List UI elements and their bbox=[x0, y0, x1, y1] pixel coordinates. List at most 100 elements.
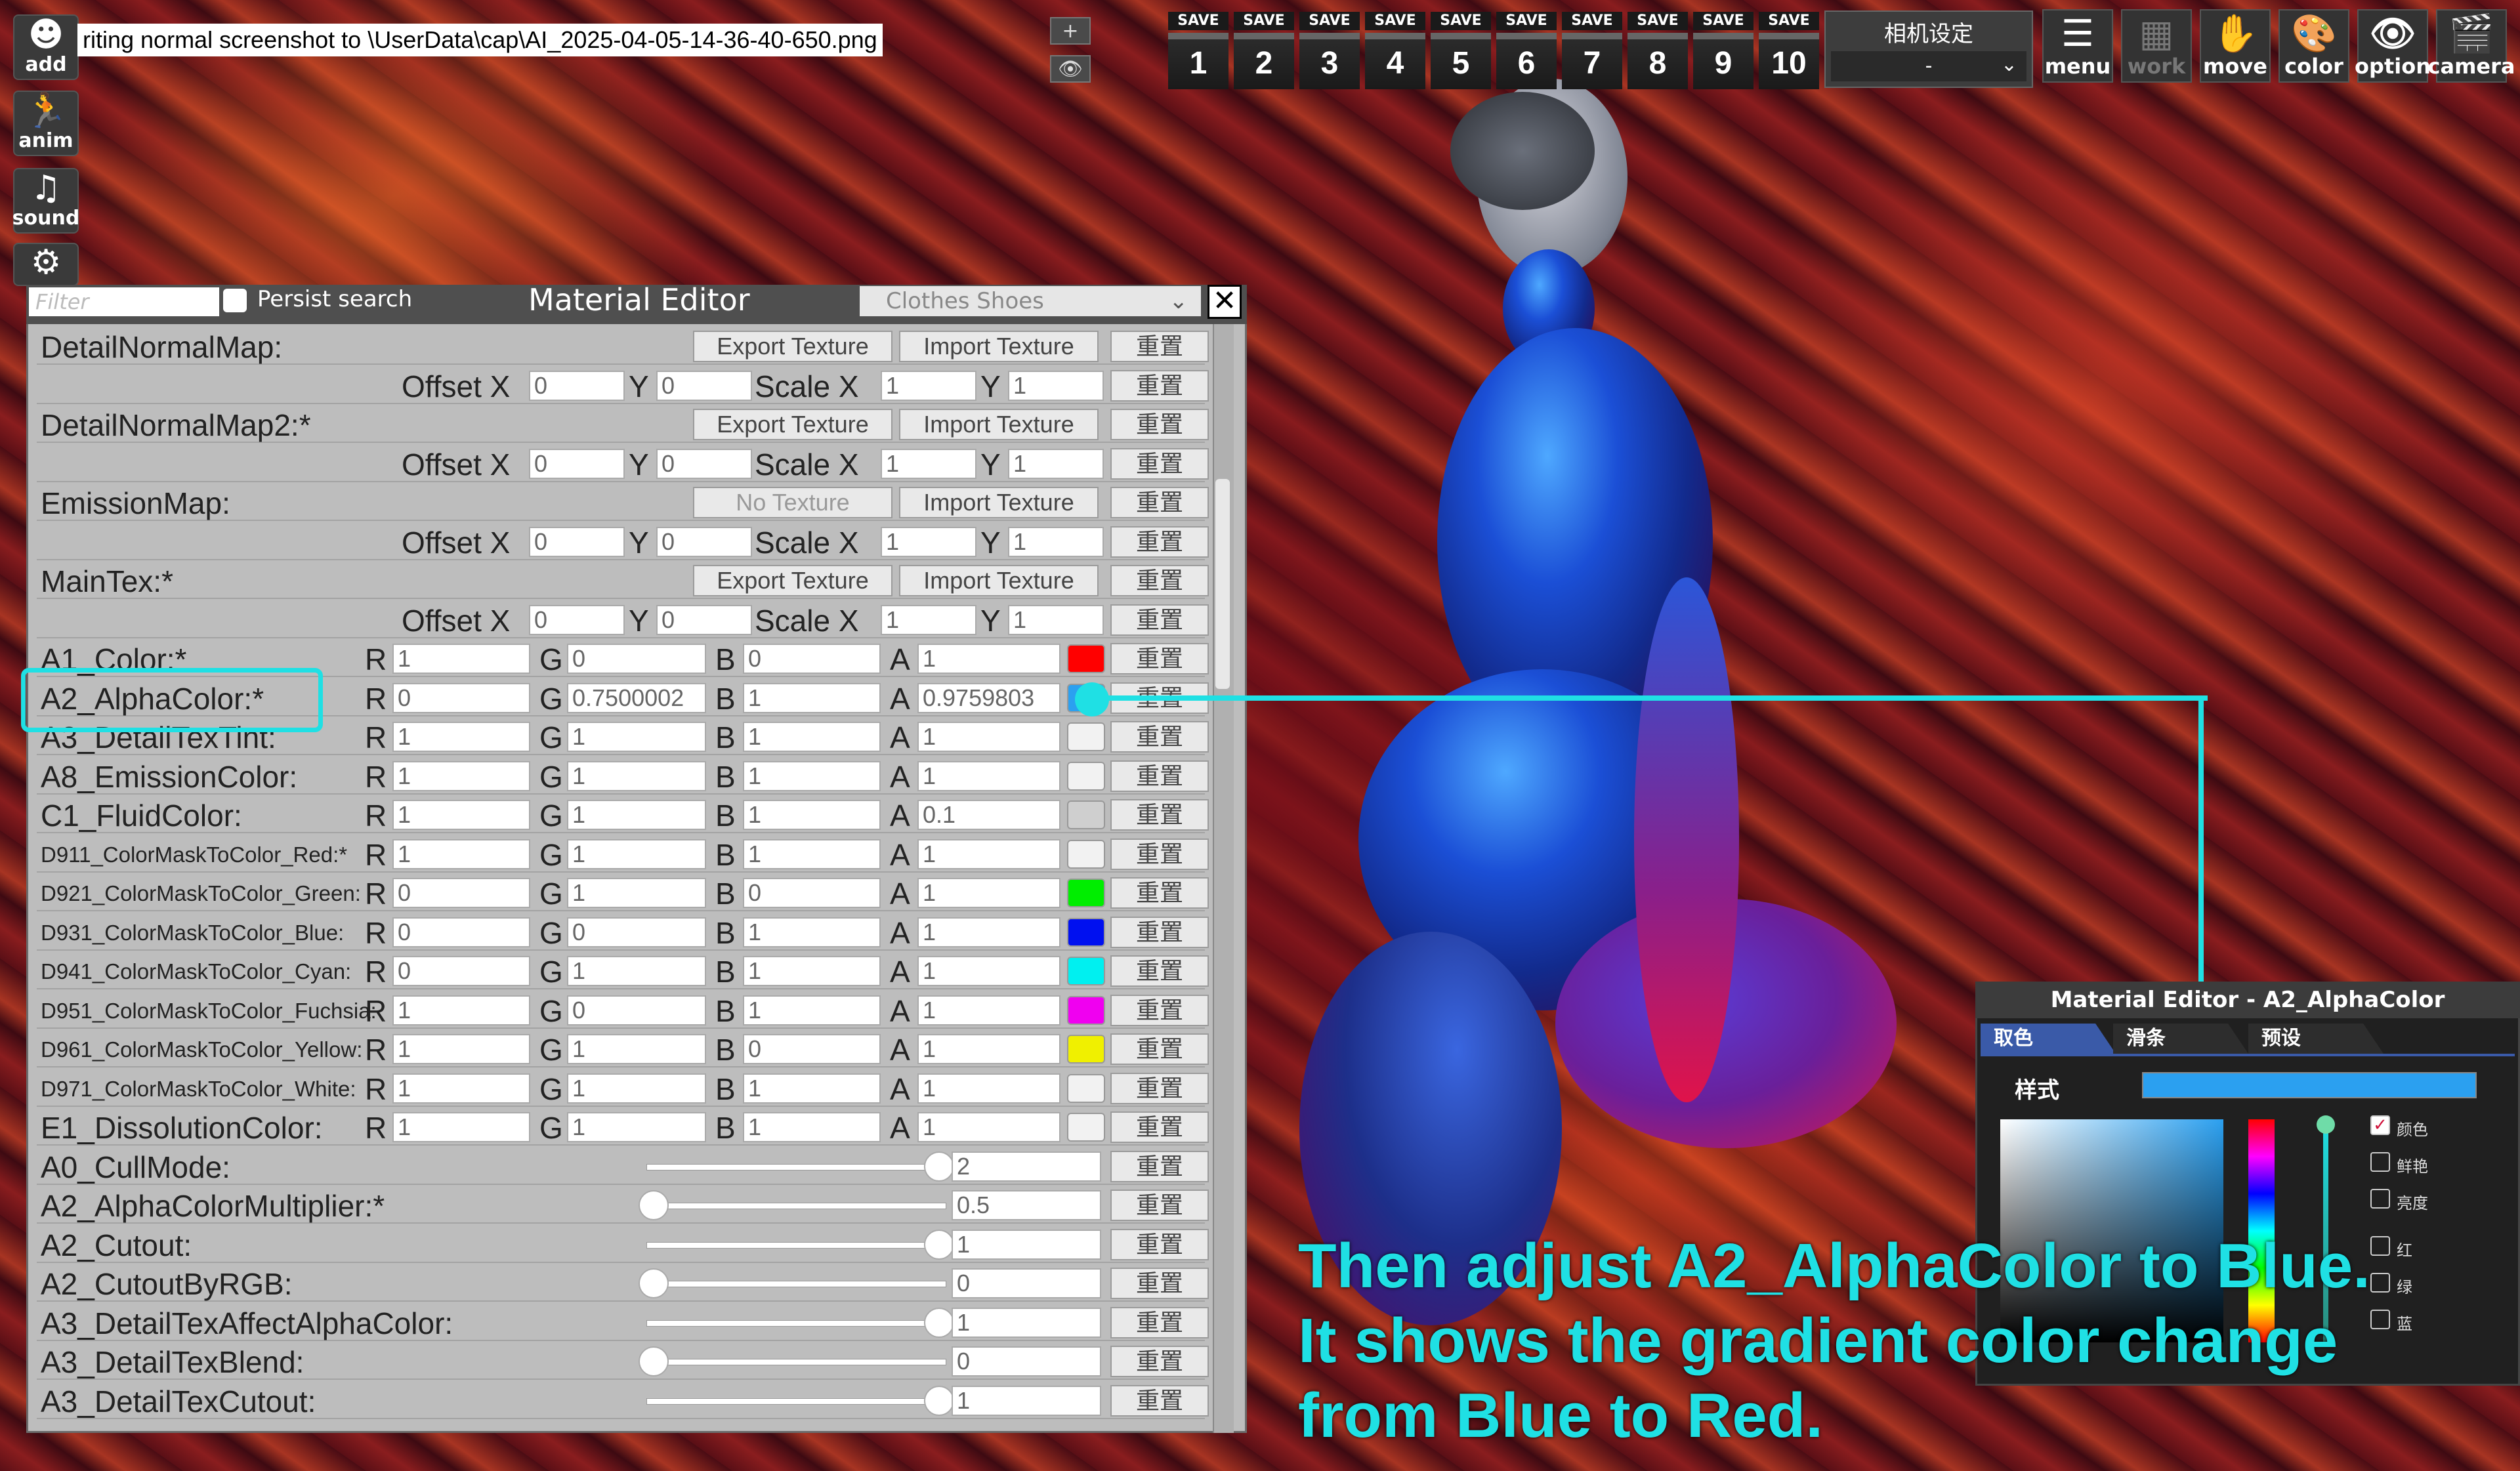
category-dropdown[interactable]: Clothes Shoes ⌄ bbox=[860, 286, 1201, 316]
color-picker-title[interactable]: Material Editor - A2_AlphaColor bbox=[1975, 982, 2520, 1018]
add-button[interactable]: ☻ add bbox=[13, 14, 79, 80]
scale-y-input[interactable]: 1 bbox=[1008, 604, 1104, 635]
g-input[interactable]: 0 bbox=[567, 995, 706, 1026]
eye-icon[interactable]: 👁 bbox=[1050, 55, 1091, 83]
reset-button[interactable]: 重置 bbox=[1110, 526, 1209, 558]
r-input[interactable]: 1 bbox=[392, 995, 530, 1026]
a-input[interactable]: 1 bbox=[917, 1073, 1060, 1104]
menu-button[interactable]: ☰ menu bbox=[2042, 9, 2113, 83]
reset-button[interactable]: 重置 bbox=[1110, 447, 1209, 480]
import-texture-button[interactable]: Import Texture bbox=[899, 409, 1099, 440]
offset-y-input[interactable]: 0 bbox=[656, 526, 752, 557]
save-slot-1[interactable]: SAVE 1 bbox=[1168, 12, 1228, 89]
color-swatch[interactable] bbox=[1067, 800, 1105, 829]
reset-button[interactable]: 重置 bbox=[1110, 369, 1209, 402]
r-input[interactable]: 1 bbox=[392, 722, 530, 752]
slider-knob[interactable] bbox=[924, 1307, 954, 1338]
slider-track[interactable] bbox=[646, 1319, 946, 1327]
g-input[interactable]: 1 bbox=[567, 1073, 706, 1104]
reset-button[interactable]: 重置 bbox=[1110, 1306, 1209, 1338]
reset-button[interactable]: 重置 bbox=[1110, 916, 1209, 948]
reset-button[interactable]: 重置 bbox=[1110, 1268, 1209, 1299]
color-swatch[interactable] bbox=[1067, 995, 1105, 1025]
check-0[interactable]: ✓ bbox=[2370, 1115, 2390, 1135]
a-input[interactable]: 1 bbox=[917, 644, 1060, 674]
color-swatch[interactable] bbox=[1067, 879, 1105, 907]
reset-button[interactable]: 重置 bbox=[1110, 1111, 1209, 1143]
b-input[interactable]: 1 bbox=[743, 956, 881, 986]
offset-y-input[interactable]: 0 bbox=[656, 448, 752, 479]
r-input[interactable]: 1 bbox=[392, 800, 530, 830]
a-input[interactable]: 1 bbox=[917, 1112, 1060, 1142]
check-3[interactable] bbox=[2370, 1236, 2390, 1256]
r-input[interactable]: 1 bbox=[392, 644, 530, 674]
b-input[interactable]: 0 bbox=[743, 878, 881, 908]
r-input[interactable]: 1 bbox=[392, 760, 530, 791]
color-swatch[interactable] bbox=[1067, 1113, 1105, 1142]
save-slot-6[interactable]: SAVE 6 bbox=[1496, 12, 1557, 89]
reset-button[interactable]: 重置 bbox=[1110, 1072, 1209, 1104]
a-input[interactable]: 0.9759803 bbox=[917, 682, 1060, 713]
check-4[interactable] bbox=[2370, 1273, 2390, 1293]
a-input[interactable]: 1 bbox=[917, 878, 1060, 908]
r-input[interactable]: 0 bbox=[392, 878, 530, 908]
offset-x-input[interactable]: 0 bbox=[529, 604, 625, 635]
check-1[interactable] bbox=[2370, 1152, 2390, 1172]
g-input[interactable]: 1 bbox=[567, 956, 706, 986]
r-input[interactable]: 1 bbox=[392, 1112, 530, 1142]
reset-button[interactable]: 重置 bbox=[1110, 760, 1209, 792]
b-input[interactable]: 1 bbox=[743, 995, 881, 1026]
alpha-slider-knob[interactable] bbox=[2317, 1115, 2335, 1134]
save-slot-3[interactable]: SAVE 3 bbox=[1299, 12, 1360, 89]
a-input[interactable]: 1 bbox=[917, 917, 1060, 947]
slider-knob[interactable] bbox=[639, 1346, 669, 1377]
save-slot-8[interactable]: SAVE 8 bbox=[1628, 12, 1688, 89]
scale-y-input[interactable]: 1 bbox=[1008, 526, 1104, 557]
scale-x-input[interactable]: 1 bbox=[881, 448, 976, 479]
reset-button[interactable]: 重置 bbox=[1110, 1150, 1209, 1182]
scale-x-input[interactable]: 1 bbox=[881, 526, 976, 557]
color-swatch[interactable] bbox=[1067, 917, 1105, 947]
slider-value-input[interactable]: 0 bbox=[952, 1268, 1101, 1298]
reset-button[interactable]: 重置 bbox=[1110, 409, 1209, 440]
g-input[interactable]: 1 bbox=[567, 1034, 706, 1064]
move-button[interactable]: ✋ move bbox=[2200, 9, 2271, 83]
b-input[interactable]: 0 bbox=[743, 644, 881, 674]
g-input[interactable]: 1 bbox=[567, 1112, 706, 1142]
b-input[interactable]: 1 bbox=[743, 839, 881, 869]
r-input[interactable]: 1 bbox=[392, 1073, 530, 1104]
slider-knob[interactable] bbox=[924, 1229, 954, 1260]
scale-x-input[interactable]: 1 bbox=[881, 370, 976, 401]
option-button[interactable]: 👁 option bbox=[2355, 9, 2431, 83]
r-input[interactable]: 0 bbox=[392, 917, 530, 947]
color-swatch[interactable] bbox=[1067, 1035, 1105, 1064]
b-input[interactable]: 0 bbox=[743, 1034, 881, 1064]
a-input[interactable]: 1 bbox=[917, 722, 1060, 752]
r-input[interactable]: 1 bbox=[392, 1034, 530, 1064]
reset-button[interactable]: 重置 bbox=[1110, 877, 1209, 909]
import-texture-button[interactable]: Import Texture bbox=[899, 487, 1099, 518]
tab-pick-color[interactable]: 取色 bbox=[1981, 1024, 2116, 1054]
work-button[interactable]: ▦ work bbox=[2121, 9, 2192, 83]
offset-x-input[interactable]: 0 bbox=[529, 448, 625, 479]
slider-track[interactable] bbox=[646, 1359, 946, 1365]
r-input[interactable]: 0 bbox=[392, 682, 530, 713]
save-slot-10[interactable]: SAVE 10 bbox=[1759, 12, 1819, 89]
slider-knob[interactable] bbox=[924, 1385, 954, 1416]
b-input[interactable]: 1 bbox=[743, 917, 881, 947]
slider-value-input[interactable]: 2 bbox=[952, 1151, 1101, 1182]
r-input[interactable]: 0 bbox=[392, 956, 530, 986]
g-input[interactable]: 0 bbox=[567, 644, 706, 674]
slider-knob[interactable] bbox=[639, 1268, 669, 1298]
reset-button[interactable]: 重置 bbox=[1110, 994, 1209, 1026]
g-input[interactable]: 0.7500002 bbox=[567, 682, 706, 713]
b-input[interactable]: 1 bbox=[743, 760, 881, 791]
slider-value-input[interactable]: 0 bbox=[952, 1346, 1101, 1377]
color-swatch[interactable] bbox=[1067, 644, 1105, 673]
tab-sliders[interactable]: 滑条 bbox=[2113, 1024, 2248, 1054]
slider-track[interactable] bbox=[646, 1163, 946, 1171]
slider-track[interactable] bbox=[646, 1203, 946, 1209]
save-slot-2[interactable]: SAVE 2 bbox=[1234, 12, 1294, 89]
close-button[interactable]: ✕ bbox=[1208, 285, 1242, 319]
color-button[interactable]: 🎨 color bbox=[2278, 9, 2349, 83]
